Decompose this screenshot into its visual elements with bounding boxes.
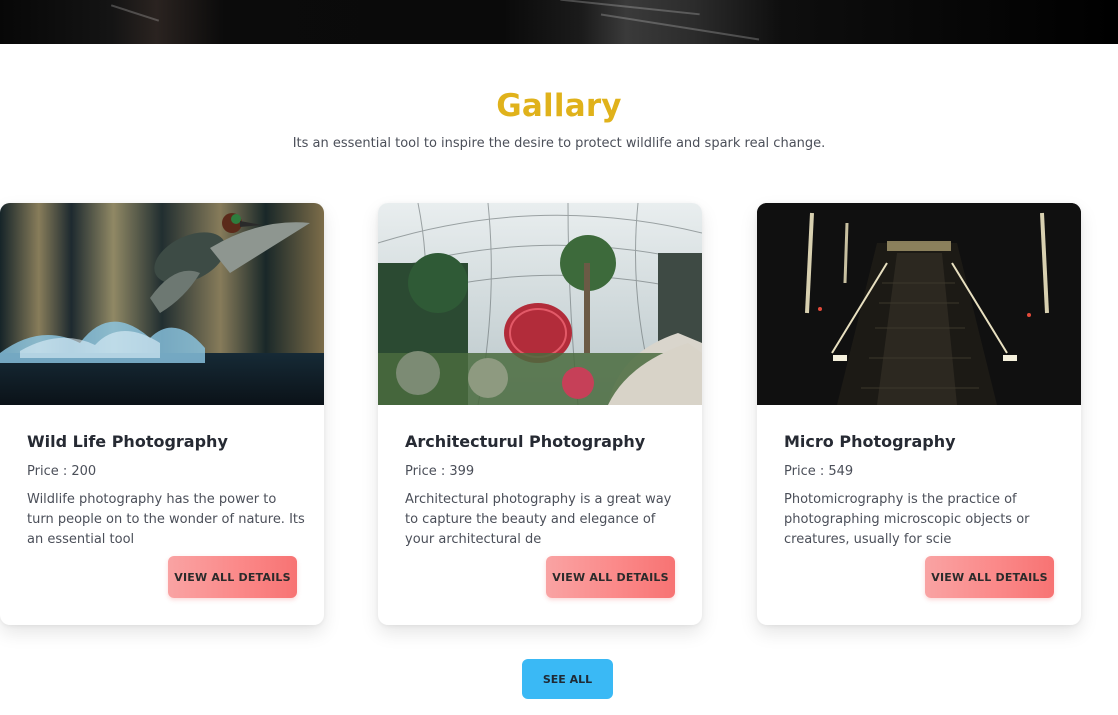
hero-banner-image	[0, 0, 1118, 44]
card-price: Price : 200	[27, 464, 97, 479]
duck-splash-photo	[0, 203, 324, 405]
card-title: Micro Photography	[784, 432, 956, 451]
view-all-details-button[interactable]: VIEW ALL DETAILS	[546, 556, 675, 598]
gallery-card-architecture: Architecturul Photography Price : 399 Ar…	[378, 203, 702, 625]
card-price: Price : 399	[405, 464, 475, 479]
card-description: Wildlife photography has the power to tu…	[27, 492, 305, 547]
card-description: Photomicrography is the practice of phot…	[784, 492, 1030, 547]
gallery-card-wildlife: Wild Life Photography Price : 200 Wildli…	[0, 203, 324, 625]
card-title: Wild Life Photography	[27, 432, 228, 451]
view-all-details-button[interactable]: VIEW ALL DETAILS	[168, 556, 297, 598]
view-all-details-button[interactable]: VIEW ALL DETAILS	[925, 556, 1054, 598]
gallery-title: Gallary	[496, 88, 622, 124]
gallery-card-micro: Micro Photography Price : 549 Photomicro…	[757, 203, 1081, 625]
dark-stairway-photo	[757, 203, 1081, 405]
see-all-button[interactable]: SEE ALL	[522, 659, 613, 699]
card-description: Architectural photography is a great way…	[405, 492, 672, 547]
greenhouse-dome-photo	[378, 203, 702, 405]
card-price: Price : 549	[784, 464, 854, 479]
card-title: Architecturul Photography	[405, 432, 646, 451]
gallery-subtitle: Its an essential tool to inspire the des…	[292, 136, 826, 151]
